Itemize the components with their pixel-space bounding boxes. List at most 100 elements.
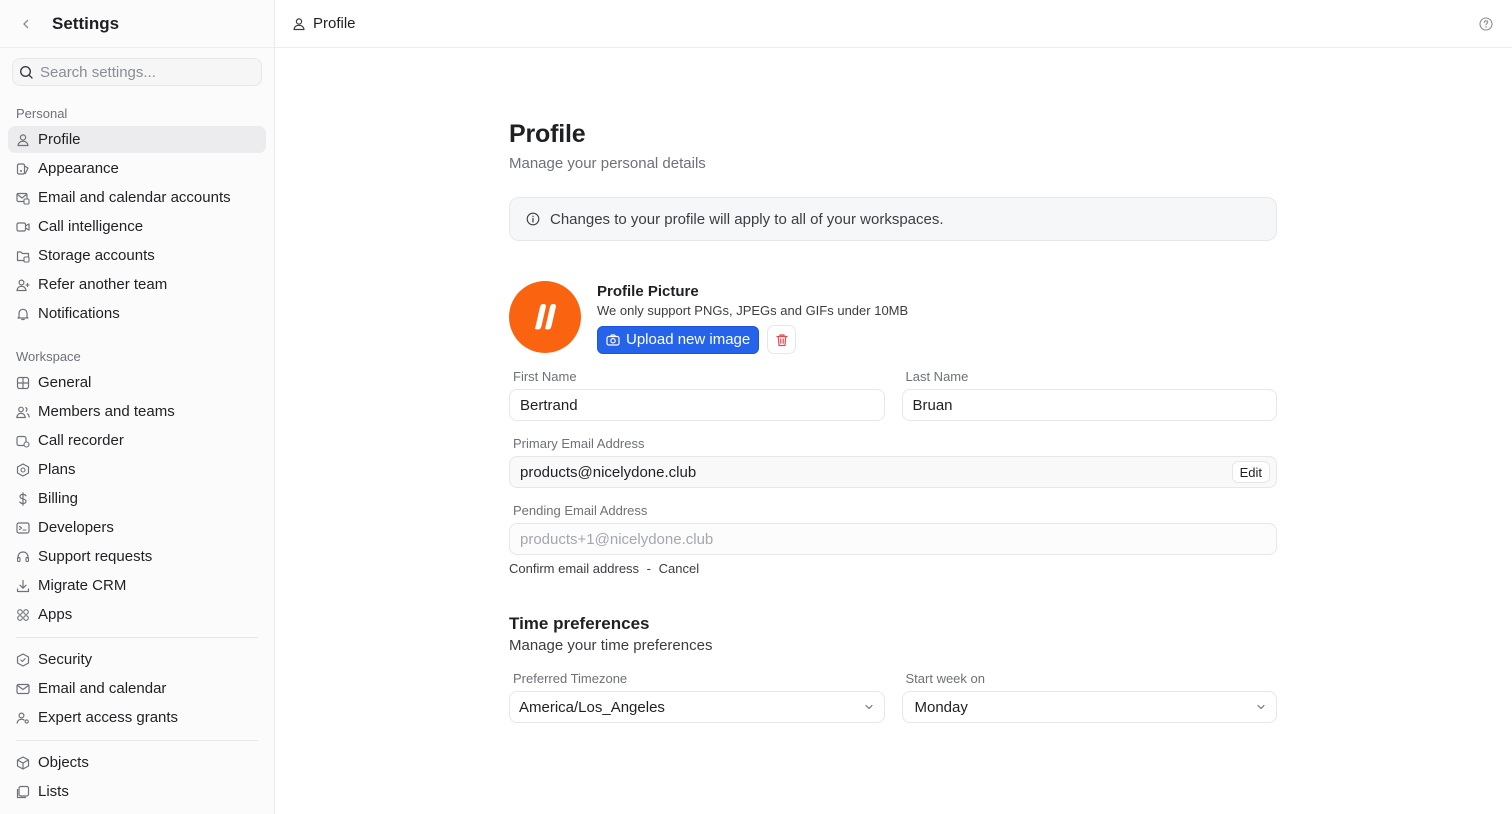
timezone-value: America/Los_Angeles xyxy=(519,698,665,716)
sidebar-item-call-recorder[interactable]: Call recorder xyxy=(8,427,266,454)
sidebar-item-security[interactable]: Security xyxy=(8,646,266,673)
week-start-group: Start week on Monday xyxy=(901,671,1277,723)
plans-icon xyxy=(16,462,30,477)
sidebar-item-label: Lists xyxy=(38,783,69,800)
content: Profile Manage your personal details Cha… xyxy=(275,48,1512,814)
timezone-label: Preferred Timezone xyxy=(513,671,628,686)
sidebar-item-plans[interactable]: Plans xyxy=(8,456,266,483)
search-icon xyxy=(19,65,34,80)
primary-email-group: Primary Email Address products@nicelydon… xyxy=(509,436,1277,488)
week-start-label: Start week on xyxy=(905,671,986,686)
first-name-group: First Name Bertrand xyxy=(509,369,885,421)
confirm-email-link[interactable]: Confirm email address xyxy=(509,561,639,576)
picture-actions: Upload new image xyxy=(597,325,908,354)
grid-icon xyxy=(16,376,30,390)
confirm-email-row: Confirm email address - Cancel xyxy=(509,561,1277,576)
sidebar-title: Settings xyxy=(52,13,120,33)
time-preferences-section: Time preferences Manage your time prefer… xyxy=(509,614,1277,654)
cube-icon xyxy=(16,755,30,770)
sidebar-divider xyxy=(16,637,258,638)
cancel-link[interactable]: Cancel xyxy=(659,561,699,576)
help-icon[interactable] xyxy=(1479,17,1493,34)
user-key-icon xyxy=(16,711,30,725)
sidebar-item-developers[interactable]: Developers xyxy=(8,514,266,541)
last-name-field[interactable]: Bruan xyxy=(901,389,1277,421)
back-chevron-icon[interactable] xyxy=(18,16,34,32)
sidebar-item-label: Storage accounts xyxy=(38,247,155,264)
data-nav: Objects Lists xyxy=(0,749,274,807)
separator: - xyxy=(646,561,652,576)
sidebar-item-support-requests[interactable]: Support requests xyxy=(8,543,266,570)
download-icon xyxy=(16,579,30,593)
chevron-down-icon xyxy=(864,702,874,712)
sidebar-item-general[interactable]: General xyxy=(8,369,266,396)
personal-nav: Profile Appearance Email and calendar ac… xyxy=(0,126,274,329)
sidebar-item-members-and-teams[interactable]: Members and teams xyxy=(8,398,266,425)
sidebar-item-appearance[interactable]: Appearance xyxy=(8,155,266,182)
app: Settings Personal Profile Appearance Ema… xyxy=(0,0,1512,814)
first-name-label: First Name xyxy=(513,369,577,384)
security-nav: Security Email and calendar Expert acces… xyxy=(0,646,274,733)
sidebar-item-profile[interactable]: Profile xyxy=(8,126,266,153)
video-icon xyxy=(16,220,30,234)
timezone-group: Preferred Timezone America/Los_Angeles xyxy=(509,671,885,723)
search-box[interactable] xyxy=(12,58,262,86)
terminal-icon xyxy=(16,521,30,535)
sidebar-item-billing[interactable]: Billing xyxy=(8,485,266,512)
week-start-value: Monday xyxy=(914,698,968,716)
sidebar-item-label: Refer another team xyxy=(38,276,168,293)
breadcrumb: Profile xyxy=(313,15,356,32)
time-preferences-subtitle: Manage your time preferences xyxy=(509,637,713,654)
camera-icon xyxy=(606,333,620,347)
first-name-field[interactable]: Bertrand xyxy=(509,389,885,421)
workspace-nav: General Members and teams Call recorder … xyxy=(0,369,274,630)
sidebar-item-email-and-calendar[interactable]: Email and calendar xyxy=(8,675,266,702)
sidebar-item-label: Billing xyxy=(38,490,79,507)
sidebar-item-email-calendar-accounts[interactable]: Email and calendar accounts xyxy=(8,184,266,211)
workspace-section-label: Workspace xyxy=(16,349,81,364)
appearance-icon xyxy=(16,162,30,176)
edit-email-button[interactable]: Edit xyxy=(1231,461,1270,483)
pending-email-label: Pending Email Address xyxy=(513,503,648,518)
sidebar-item-label: Call recorder xyxy=(38,432,124,449)
sidebar-item-label: Apps xyxy=(38,606,73,623)
mail-calendar-icon xyxy=(16,191,30,205)
sidebar-item-lists[interactable]: Lists xyxy=(8,778,266,805)
timezone-select[interactable]: America/Los_Angeles xyxy=(509,691,885,723)
sidebar-item-label: Security xyxy=(38,651,93,668)
sidebar-item-storage-accounts[interactable]: Storage accounts xyxy=(8,242,266,269)
page-title: Profile xyxy=(509,120,586,148)
call-recorder-icon xyxy=(16,434,30,448)
info-notice: Changes to your profile will apply to al… xyxy=(509,197,1277,241)
sidebar-item-objects[interactable]: Objects xyxy=(8,749,266,776)
sidebar-item-notifications[interactable]: Notifications xyxy=(8,300,266,327)
chevron-down-icon xyxy=(1256,702,1266,712)
sidebar-item-label: Plans xyxy=(38,461,76,478)
sidebar-item-label: Call intelligence xyxy=(38,218,144,235)
delete-image-button[interactable] xyxy=(767,325,797,354)
user-icon xyxy=(292,17,306,31)
sidebar-header: Settings xyxy=(0,0,274,48)
avatar-logo-icon xyxy=(534,304,556,330)
sidebar: Settings Personal Profile Appearance Ema… xyxy=(0,0,275,814)
sidebar-item-label: Members and teams xyxy=(38,403,175,420)
week-start-select[interactable]: Monday xyxy=(901,691,1277,723)
sidebar-item-label: Objects xyxy=(38,754,89,771)
storage-icon xyxy=(16,249,30,263)
apps-icon xyxy=(16,608,30,622)
sidebar-item-call-intelligence[interactable]: Call intelligence xyxy=(8,213,266,240)
search-input[interactable] xyxy=(40,63,240,81)
list-icon xyxy=(16,785,30,799)
topbar: Profile xyxy=(275,0,1512,48)
sidebar-item-apps[interactable]: Apps xyxy=(8,601,266,628)
last-name-group: Last Name Bruan xyxy=(901,369,1277,421)
users-icon xyxy=(16,405,30,419)
sidebar-item-refer-another-team[interactable]: Refer another team xyxy=(8,271,266,298)
sidebar-item-migrate-crm[interactable]: Migrate CRM xyxy=(8,572,266,599)
time-row: Preferred Timezone America/Los_Angeles S… xyxy=(509,671,1277,723)
sidebar-item-label: Email and calendar xyxy=(38,680,167,697)
upload-image-button[interactable]: Upload new image xyxy=(597,325,760,354)
picture-description: We only support PNGs, JPEGs and GIFs und… xyxy=(597,303,909,318)
user-icon xyxy=(16,133,30,147)
sidebar-item-expert-access-grants[interactable]: Expert access grants xyxy=(8,704,266,731)
